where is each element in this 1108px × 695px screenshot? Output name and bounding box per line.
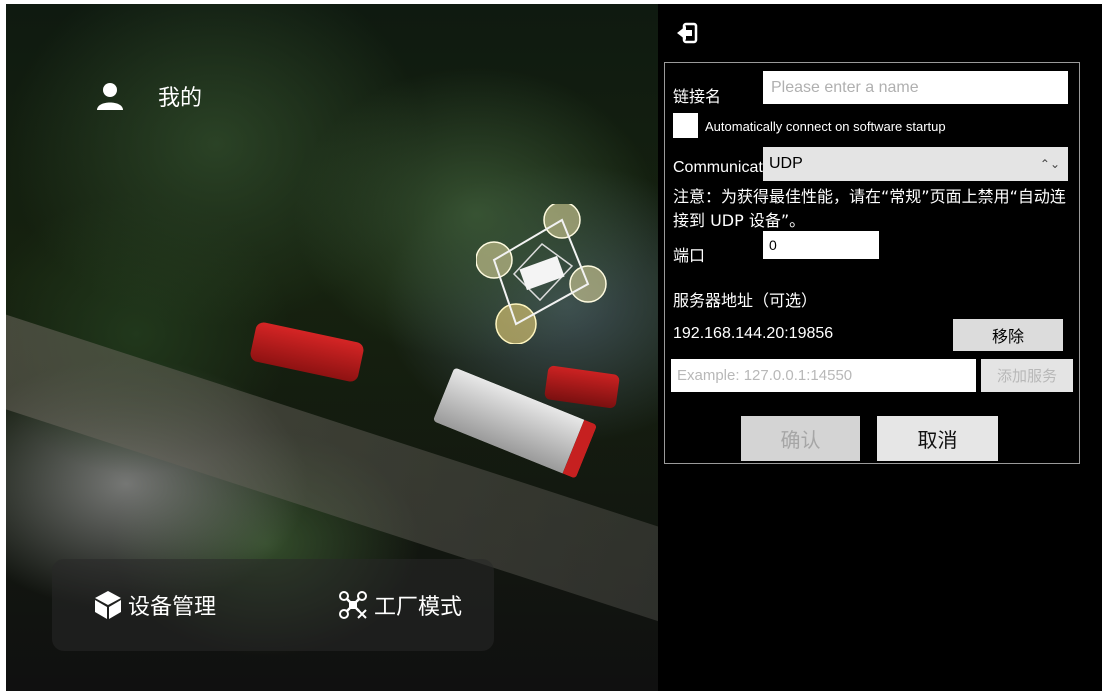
link-settings-dialog: 链接名 Automatically connect on software st… [664,62,1080,464]
link-name-input[interactable] [763,71,1068,104]
auto-connect-checkbox[interactable] [673,113,698,138]
user-icon [97,83,123,110]
drone-tools-icon [339,591,367,619]
back-arrow-icon[interactable] [676,22,698,44]
link-name-label: 链接名 [673,87,722,106]
red-vehicle [249,321,365,383]
cancel-button[interactable]: 取消 [877,416,998,461]
bottom-nav-bar: 设备管理 工厂模式 [52,559,494,651]
server-entry: 192.168.144.20:19856 [673,325,834,342]
factory-mode-label: 工厂模式 [374,595,463,620]
server-address-input[interactable] [671,359,976,392]
port-label: 端口 [673,246,706,265]
device-management-button[interactable]: 设备管理 [94,559,216,651]
drone-image [476,204,607,344]
port-input[interactable] [763,231,879,259]
confirm-button[interactable]: 确认 [741,416,860,461]
comm-type-label: Communication Type [673,159,763,176]
user-profile-row[interactable]: 我的 [96,80,202,112]
comm-type-select[interactable]: UDP ⌃⌄ [763,147,1068,181]
factory-mode-button[interactable]: 工厂模式 [338,559,462,651]
user-label: 我的 [158,86,203,111]
comm-type-value: UDP [769,155,803,172]
remove-server-button[interactable]: 移除 [953,319,1063,351]
auto-connect-label: Automatically connect on software startu… [705,119,946,134]
select-chevron-icon: ⌃⌄ [1039,157,1060,171]
app-frame: 我的 设备管理 工厂模式 链接名 Please enter a name Aut… [6,4,1102,691]
server-address-label: 服务器地址（可选） [673,291,818,310]
device-management-label: 设备管理 [128,595,217,620]
add-server-button[interactable]: 添加服务 [981,359,1073,392]
udp-note: 注意：为获得最佳性能，请在“常规”页面上禁用“自动连接到 UDP 设备”。 [673,187,1066,230]
red-vehicle-2 [543,365,621,409]
cube-icon [95,591,121,619]
background-photo: 我的 设备管理 工厂模式 [6,4,658,691]
